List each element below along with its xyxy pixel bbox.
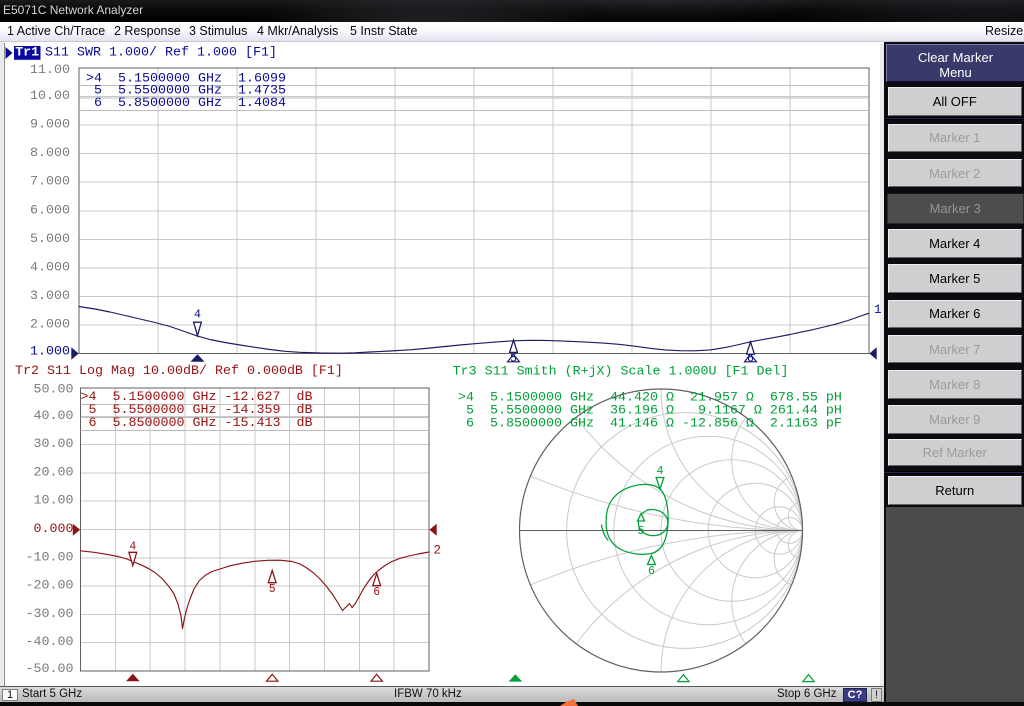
svg-text:4: 4 [129, 541, 136, 554]
svg-text:4.000: 4.000 [30, 260, 70, 275]
svg-text:5.000: 5.000 [30, 232, 70, 247]
svg-text:0.000: 0.000 [34, 522, 74, 537]
svg-text:8.000: 8.000 [30, 146, 70, 161]
svg-text:-40.00: -40.00 [26, 635, 74, 650]
svg-text:6 5.8500000 GHz 41.146 Ω -12: 6 5.8500000 GHz 41.146 Ω -12.856 Ω 2.116… [458, 417, 842, 432]
svg-text:10.00: 10.00 [30, 89, 70, 104]
svg-text:6: 6 [747, 352, 754, 365]
svg-text:1: 1 [874, 303, 882, 317]
svg-text:6: 6 [648, 565, 655, 578]
svg-text:6: 6 [373, 586, 380, 599]
svg-text:30.00: 30.00 [34, 437, 74, 452]
svg-text:Tr1: Tr1 [15, 46, 39, 61]
svg-text:4: 4 [657, 465, 664, 478]
svg-text:5: 5 [638, 525, 645, 538]
svg-text:6 5.8500000 GHz 1.4084: 6 5.8500000 GHz 1.4084 [86, 96, 286, 111]
svg-text:6.000: 6.000 [30, 203, 70, 218]
svg-text:Tr3 S11 Smith (R+jX) Scale 1.0: Tr3 S11 Smith (R+jX) Scale 1.000U [F1 De… [453, 365, 789, 380]
svg-text:2: 2 [434, 544, 442, 558]
svg-text:-30.00: -30.00 [26, 607, 74, 622]
svg-text:7.000: 7.000 [30, 175, 70, 190]
svg-text:1.000: 1.000 [30, 345, 70, 360]
svg-text:9.000: 9.000 [30, 118, 70, 133]
svg-text:2.000: 2.000 [30, 317, 70, 332]
svg-text:20.00: 20.00 [34, 465, 74, 480]
svg-text:50.00: 50.00 [34, 383, 74, 398]
svg-text:S11 SWR 1.000/ Ref 1.000 [F1]: S11 SWR 1.000/ Ref 1.000 [F1] [45, 46, 277, 61]
svg-text:10.00: 10.00 [34, 494, 74, 509]
svg-text:3.000: 3.000 [30, 289, 70, 304]
svg-text:4: 4 [194, 309, 201, 322]
svg-text:-20.00: -20.00 [26, 579, 74, 594]
svg-text:6 5.8500000 GHz -15.413 dB: 6 5.8500000 GHz -15.413 dB [81, 416, 313, 431]
svg-text:5: 5 [510, 352, 517, 365]
svg-text:Tr2 S11 Log Mag 10.00dB/ Ref 0: Tr2 S11 Log Mag 10.00dB/ Ref 0.000dB [F1… [15, 364, 343, 379]
svg-text:-10.00: -10.00 [26, 550, 74, 565]
svg-text:5: 5 [269, 583, 276, 596]
svg-text:11.00: 11.00 [30, 63, 70, 78]
svg-text:40.00: 40.00 [34, 409, 74, 424]
svg-text:-50.00: -50.00 [26, 662, 74, 677]
